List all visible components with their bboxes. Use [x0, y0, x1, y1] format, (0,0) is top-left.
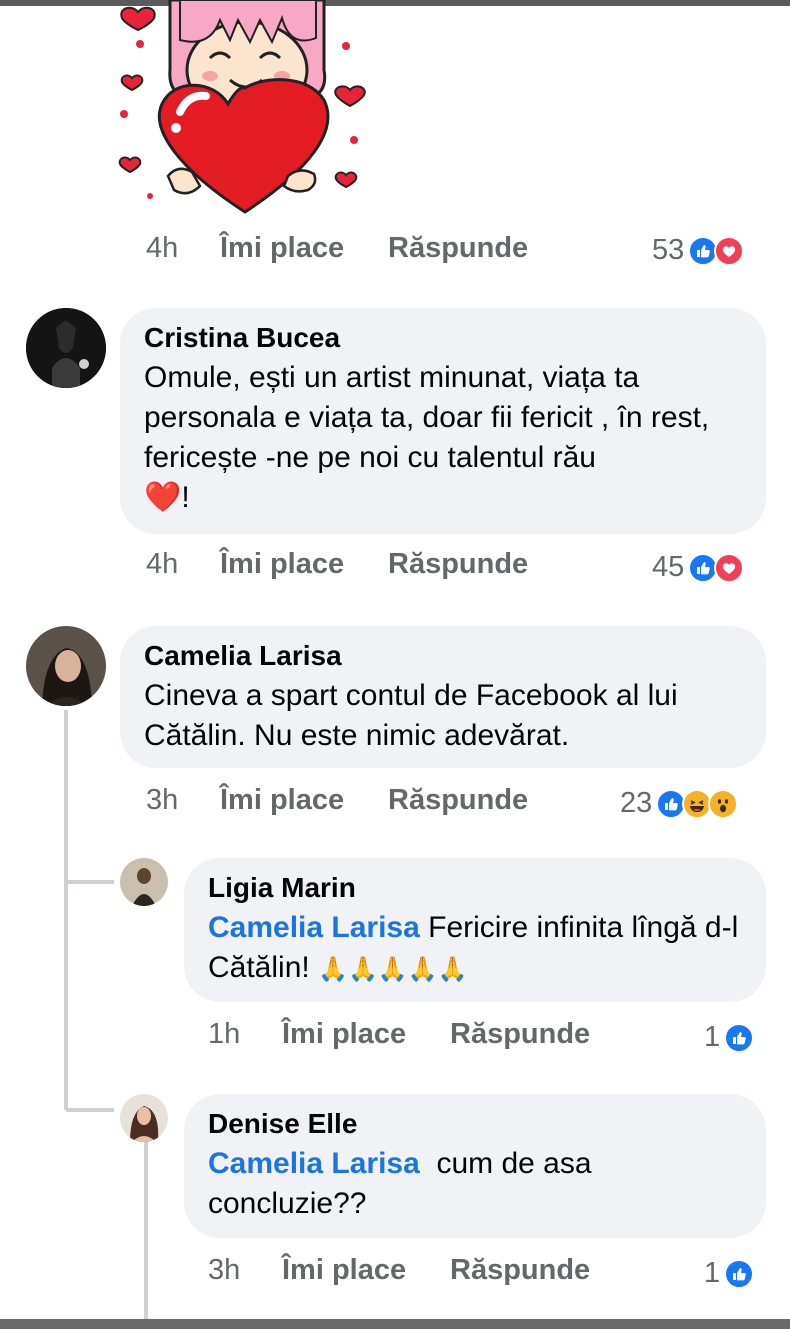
like-link[interactable]: Îmi place	[282, 1254, 450, 1287]
comment-bubble: Camelia Larisa Cineva a spart contul de …	[120, 626, 766, 768]
love-reaction-icon	[714, 235, 745, 266]
comment-meta: 4h Îmi place Răspunde	[146, 232, 528, 265]
reply-author[interactable]: Denise Elle	[208, 1108, 742, 1140]
love-reaction-icon	[714, 552, 745, 583]
reply-time: 3h	[208, 1254, 241, 1286]
like-reaction-icon	[724, 1258, 755, 1289]
reply-author[interactable]: Ligia Marin	[208, 872, 742, 904]
reply-meta: 1h Îmi place Răspunde	[208, 1018, 590, 1051]
comment-text: Omule, ești un artist minunat, viața ta …	[144, 358, 742, 518]
mention-link[interactable]: Camelia Larisa	[208, 911, 420, 944]
reaction-count[interactable]: 1	[704, 1257, 755, 1290]
avatar[interactable]	[26, 308, 106, 388]
avatar[interactable]	[26, 626, 106, 706]
reply-text: Camelia Larisa cum de asa concluzie??	[208, 1144, 742, 1224]
comment-bubble: Cristina Bucea Omule, ești un artist min…	[120, 308, 766, 534]
like-link[interactable]: Îmi place	[220, 548, 388, 581]
comment-author[interactable]: Camelia Larisa	[144, 640, 742, 672]
comment-time: 4h	[146, 548, 179, 580]
reaction-count[interactable]: 53	[652, 234, 745, 267]
thread-branch	[66, 1108, 114, 1112]
comment-body: Omule, ești un artist minunat, viața ta …	[144, 361, 710, 474]
reply-thread-line	[144, 1140, 148, 1320]
like-link[interactable]: Îmi place	[220, 232, 388, 265]
reply-time: 1h	[208, 1018, 241, 1050]
reaction-count-number: 1	[704, 1257, 721, 1289]
comment-time: 3h	[146, 784, 179, 816]
reaction-count-number: 45	[652, 551, 685, 583]
reaction-count[interactable]: 1	[704, 1021, 755, 1054]
comment-meta: 3h Îmi place Răspunde	[146, 784, 528, 817]
reply-link[interactable]: Răspunde	[450, 1018, 590, 1051]
comment-meta: 4h Îmi place Răspunde	[146, 548, 528, 581]
bottom-edge-bar	[0, 1319, 790, 1329]
reaction-count-number: 53	[652, 234, 685, 266]
reaction-count[interactable]: 23	[620, 787, 739, 820]
like-link[interactable]: Îmi place	[282, 1018, 450, 1051]
reply-link[interactable]: Răspunde	[388, 784, 528, 817]
wow-reaction-icon	[708, 788, 739, 819]
comment-time: 4h	[146, 232, 179, 264]
comment-author[interactable]: Cristina Bucea	[144, 322, 742, 354]
like-link[interactable]: Îmi place	[220, 784, 388, 817]
avatar[interactable]	[120, 1094, 168, 1142]
reply-link[interactable]: Răspunde	[388, 232, 528, 265]
heart-emoji-text: ❤️!	[144, 481, 190, 514]
reply-bubble: Ligia Marin Camelia Larisa Fericire infi…	[184, 858, 766, 1002]
reaction-count-number: 23	[620, 787, 653, 819]
reaction-count[interactable]: 45	[652, 551, 745, 584]
praying-hands-emoji-text: 🙏🙏🙏🙏🙏	[318, 956, 468, 983]
thread-branch	[66, 880, 114, 884]
reply-link[interactable]: Răspunde	[388, 548, 528, 581]
reply-link[interactable]: Răspunde	[450, 1254, 590, 1287]
reply-meta: 3h Îmi place Răspunde	[208, 1254, 590, 1287]
comment-body: Cineva a spart contul de Facebook al lui…	[144, 679, 678, 752]
reply-text: Camelia Larisa Fericire infinita lîngă d…	[208, 908, 742, 990]
mention-link[interactable]: Camelia Larisa	[208, 1147, 420, 1180]
reply-bubble: Denise Elle Camelia Larisa cum de asa co…	[184, 1094, 766, 1238]
avatar[interactable]	[120, 858, 168, 906]
girl-holding-heart-sticker	[118, 0, 366, 214]
reaction-count-number: 1	[704, 1021, 721, 1053]
thread-line	[64, 710, 68, 1110]
like-reaction-icon	[724, 1022, 755, 1053]
